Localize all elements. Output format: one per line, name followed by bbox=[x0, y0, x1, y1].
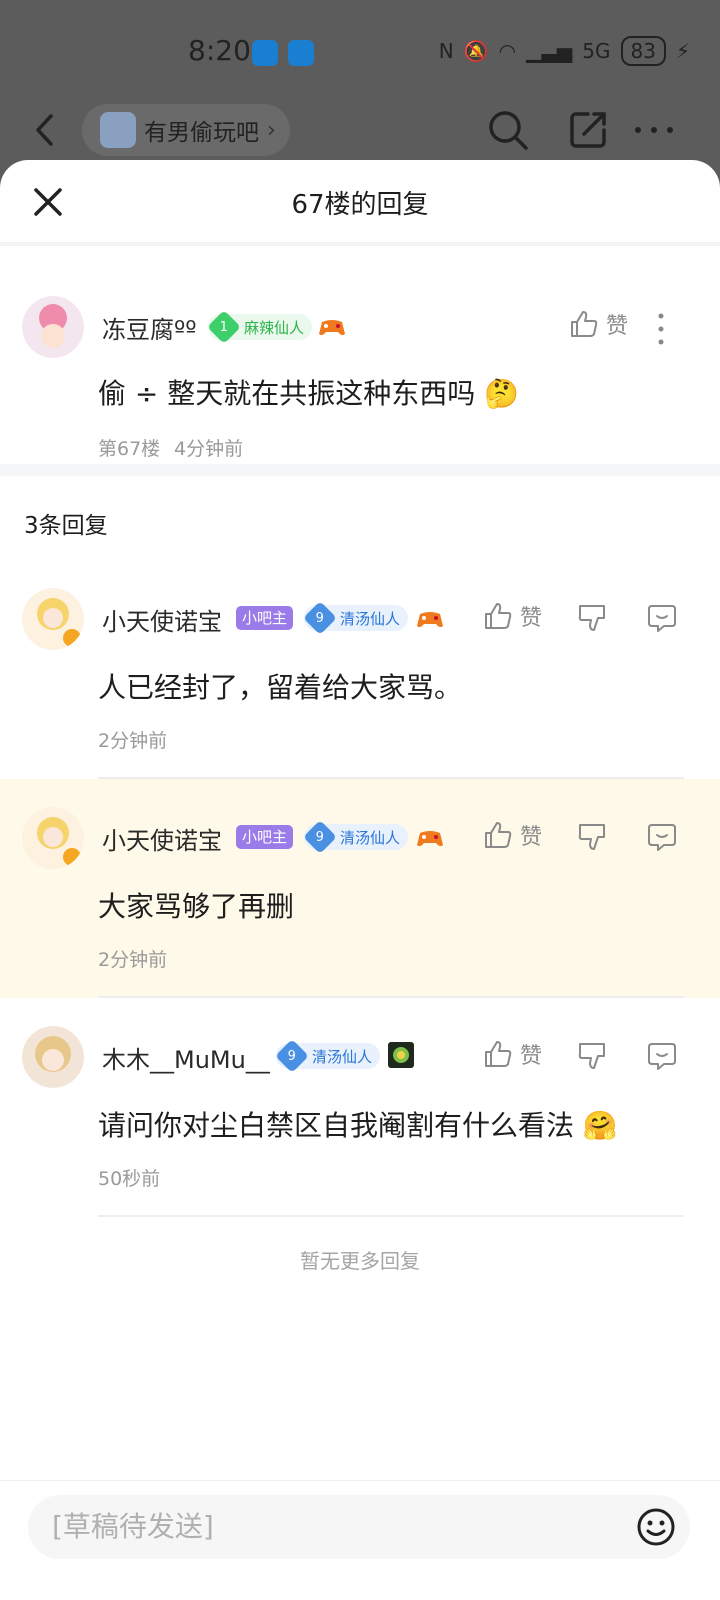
status-time: 8:20 bbox=[188, 34, 251, 67]
reply-item[interactable]: 小天使诺宝 小吧主 9 清汤仙人 赞 人已经封了，留着给大家骂。 2分钟前 bbox=[0, 560, 720, 779]
reply-sheet: 67楼的回复 冻豆腐ºº 1 麻辣仙人 赞 偷 ÷ 整天就在共振这种东西吗 🤔 … bbox=[0, 160, 720, 1600]
reply-input[interactable]: [草稿待发送] bbox=[28, 1495, 690, 1559]
like-label: 赞 bbox=[606, 314, 629, 339]
signal-icon: ▁▃▅ bbox=[526, 39, 573, 63]
battery-level: 83 bbox=[620, 36, 666, 66]
like-button[interactable]: 赞 bbox=[568, 308, 628, 340]
reply-bubble-icon[interactable] bbox=[646, 602, 678, 634]
thinking-face-emoji-icon: 🤔 bbox=[484, 377, 520, 410]
search-icon[interactable] bbox=[486, 108, 530, 152]
chevron-right-icon: › bbox=[267, 117, 276, 143]
level-badge: 1 麻辣仙人 bbox=[207, 310, 313, 344]
like-button[interactable]: 赞 bbox=[482, 600, 542, 632]
thumbs-up-icon bbox=[485, 1041, 512, 1067]
reply-time: 2分钟前 bbox=[98, 730, 168, 752]
emoji-icon[interactable] bbox=[636, 1507, 676, 1547]
more-vertical-icon[interactable] bbox=[656, 312, 666, 346]
browser-notification-icon bbox=[288, 40, 314, 66]
app-notification-icon bbox=[252, 40, 278, 66]
sheet-header: 67楼的回复 bbox=[0, 160, 720, 246]
divider bbox=[98, 1215, 684, 1217]
reply-time: 2分钟前 bbox=[98, 949, 168, 971]
level-number: 1 bbox=[219, 319, 229, 335]
thumbs-down-icon[interactable] bbox=[576, 821, 608, 853]
avatar[interactable] bbox=[22, 588, 84, 650]
avatar[interactable] bbox=[22, 1026, 84, 1088]
level-badge: 9 清汤仙人 bbox=[275, 1039, 381, 1073]
sheet-title: 67楼的回复 bbox=[291, 190, 429, 220]
nfc-icon: N bbox=[438, 39, 454, 63]
reply-input-bar: [草稿待发送] bbox=[0, 1480, 720, 1600]
reply-count: 3条回复 bbox=[24, 513, 108, 539]
thumbs-down-icon[interactable] bbox=[576, 1040, 608, 1072]
username[interactable]: 小天使诺宝 bbox=[102, 602, 222, 637]
moderator-badge: 小吧主 bbox=[236, 606, 294, 630]
username[interactable]: 小天使诺宝 bbox=[102, 821, 222, 856]
forum-entry[interactable]: 有男偷玩吧 › bbox=[82, 104, 290, 156]
share-icon[interactable] bbox=[566, 108, 610, 152]
charging-icon: ⚡ bbox=[675, 39, 690, 63]
gamepad-icon bbox=[417, 831, 443, 847]
avatar[interactable] bbox=[22, 296, 84, 358]
mute-icon: 🔕 bbox=[463, 39, 489, 63]
network-type: 5G bbox=[582, 39, 611, 63]
thumbs-up-icon bbox=[485, 822, 512, 848]
back-arrow-icon[interactable] bbox=[26, 110, 66, 150]
level-badge: 9 清汤仙人 bbox=[303, 820, 409, 854]
wifi-icon: ◠ bbox=[498, 39, 517, 63]
thumbs-up-icon bbox=[485, 603, 512, 629]
thumbs-down-icon[interactable] bbox=[576, 602, 608, 634]
gamepad-icon bbox=[417, 612, 443, 628]
avatar[interactable] bbox=[22, 807, 84, 869]
main-post: 冻豆腐ºº 1 麻辣仙人 赞 偷 ÷ 整天就在共振这种东西吗 🤔 第67楼 4分… bbox=[0, 246, 720, 476]
emblem-icon bbox=[388, 1042, 414, 1068]
floor-number: 第67楼 bbox=[98, 438, 161, 460]
hugging-face-emoji-icon: 🤗 bbox=[582, 1109, 618, 1142]
moderator-badge: 小吧主 bbox=[236, 825, 294, 849]
thumbs-up-icon bbox=[571, 311, 598, 337]
post-content[interactable]: 偷 ÷ 整天就在共振这种东西吗 🤔 bbox=[98, 372, 519, 412]
status-bar: 8:20 N 🔕 ◠ ▁▃▅ 5G 83 ⚡ bbox=[0, 0, 720, 100]
reply-item[interactable]: 木木__MuMu__ 9 清汤仙人 赞 请问你对尘白禁区自我阉割有什么看法 🤗 … bbox=[0, 998, 720, 1217]
status-icons: N 🔕 ◠ ▁▃▅ 5G 83 ⚡ bbox=[439, 36, 690, 66]
forum-topbar: 有男偷玩吧 › bbox=[0, 100, 720, 160]
reply-bubble-icon[interactable] bbox=[646, 1040, 678, 1072]
forum-name: 有男偷玩吧 bbox=[144, 120, 259, 146]
forum-logo bbox=[100, 112, 136, 148]
reply-content[interactable]: 大家骂够了再删 bbox=[98, 885, 294, 925]
reply-item-highlighted[interactable]: 小天使诺宝 小吧主 9 清汤仙人 赞 大家骂够了再删 2分钟前 bbox=[0, 779, 720, 998]
badge-title: 麻辣仙人 bbox=[244, 318, 305, 337]
no-more-replies: 暂无更多回复 bbox=[300, 1249, 420, 1273]
more-options-icon[interactable] bbox=[632, 108, 676, 152]
username[interactable]: 木木__MuMu__ bbox=[102, 1040, 270, 1075]
post-time: 4分钟前 bbox=[174, 438, 244, 460]
gamepad-icon bbox=[319, 320, 345, 336]
reply-content[interactable]: 人已经封了，留着给大家骂。 bbox=[98, 666, 462, 706]
like-button[interactable]: 赞 bbox=[482, 819, 542, 851]
username[interactable]: 冻豆腐ºº bbox=[102, 310, 197, 345]
level-badge: 9 清汤仙人 bbox=[303, 601, 409, 635]
reply-time: 50秒前 bbox=[98, 1168, 161, 1190]
reply-content[interactable]: 请问你对尘白禁区自我阉割有什么看法 🤗 bbox=[98, 1104, 618, 1144]
like-button[interactable]: 赞 bbox=[482, 1038, 542, 1070]
reply-bubble-icon[interactable] bbox=[646, 821, 678, 853]
